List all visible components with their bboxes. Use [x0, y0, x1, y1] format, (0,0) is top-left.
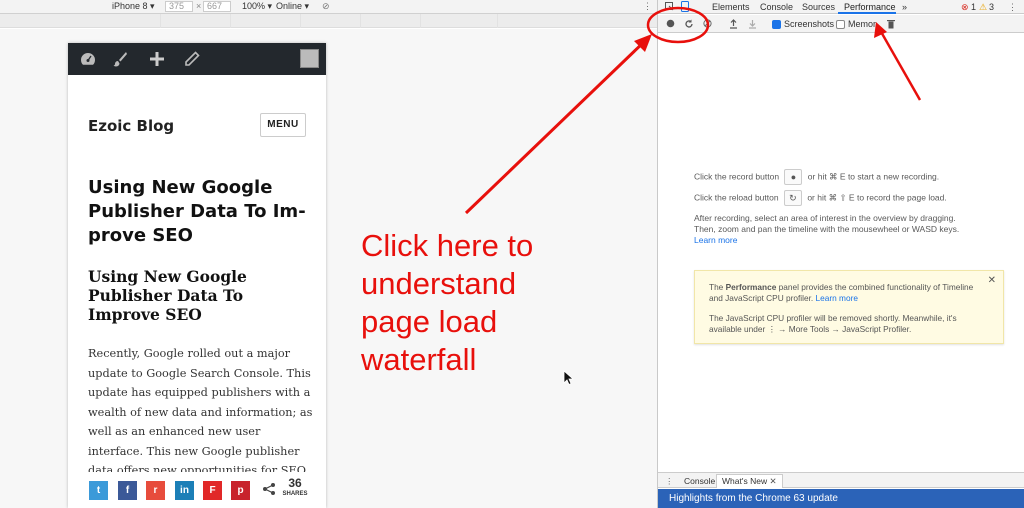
- reddit-share-button[interactable]: r: [146, 481, 165, 500]
- tab-sources[interactable]: Sources: [802, 2, 835, 12]
- load-profile-icon[interactable]: [729, 19, 738, 29]
- site-title[interactable]: Ezoic Blog: [88, 117, 174, 135]
- drawer-menu-icon[interactable]: ⋮: [665, 476, 674, 487]
- post-title[interactable]: Using New Google Publisher Data To Im-pr…: [88, 176, 314, 248]
- reload-instruction: Click the reload button ↻ or hit ⌘ ⇧ E t…: [694, 190, 947, 206]
- drawer-tab-bar: ⋮ Console What's New ✕: [658, 472, 1024, 488]
- save-profile-icon[interactable]: [748, 19, 757, 29]
- wp-admin-bar: [68, 43, 326, 75]
- screenshots-checkbox[interactable]: [772, 20, 781, 29]
- annotation-text: Click here to understand page load water…: [361, 228, 534, 377]
- close-icon[interactable]: ✕: [988, 275, 996, 286]
- dashboard-icon[interactable]: [80, 51, 96, 67]
- twitter-share-button[interactable]: t: [89, 481, 108, 500]
- zoom-select[interactable]: 100% ▾: [242, 1, 272, 12]
- tab-elements[interactable]: Elements: [712, 2, 750, 12]
- after-recording-line-2: Then, zoom and pan the timeline with the…: [694, 224, 960, 234]
- record-instruction: Click the record button ● or hit ⌘ E to …: [694, 169, 939, 185]
- add-new-plus-icon[interactable]: [149, 51, 165, 67]
- warning-count[interactable]: 3: [989, 2, 994, 12]
- memory-label: Memor: [848, 19, 877, 29]
- drawer-tab-console[interactable]: Console: [684, 476, 715, 486]
- device-name: iPhone 8: [112, 1, 148, 11]
- avatar[interactable]: [300, 49, 319, 68]
- zoom-value: 100%: [242, 1, 266, 11]
- facebook-share-button[interactable]: f: [118, 481, 137, 500]
- share-count-label: SHARES: [282, 491, 308, 497]
- menu-button[interactable]: MENU: [260, 113, 306, 137]
- network-value: Online: [276, 1, 303, 11]
- notice-paragraph-2: The JavaScript CPU profiler will be remo…: [709, 313, 957, 334]
- trash-icon[interactable]: [887, 19, 895, 29]
- notice-learn-more-link[interactable]: Learn more: [816, 293, 858, 303]
- reload-shortcut-text: or hit ⌘ ⇧ E to record the page load.: [807, 192, 947, 203]
- kebab-menu-icon[interactable]: ⋮: [643, 1, 652, 12]
- rotate-icon[interactable]: ⊘: [322, 1, 330, 12]
- drawer-tab-whats-new[interactable]: What's New ✕: [716, 474, 783, 488]
- device-toolbar: iPhone 8 ▾ 375 × 667 100% ▾ Online ▾ ⊘ ⋮: [0, 0, 657, 14]
- network-select[interactable]: Online ▾: [276, 1, 309, 12]
- customize-brush-icon[interactable]: [112, 51, 128, 67]
- error-count[interactable]: 1: [971, 2, 976, 12]
- reload-icon[interactable]: [684, 19, 694, 29]
- pinterest-share-button[interactable]: p: [231, 481, 250, 500]
- device-toggle-icon[interactable]: [681, 1, 689, 12]
- edit-pencil-icon[interactable]: [184, 51, 200, 67]
- devtools-panel: Elements Console Sources Performance » ⊗…: [657, 0, 1024, 508]
- memory-checkbox[interactable]: [836, 20, 845, 29]
- more-tabs-icon[interactable]: »: [902, 2, 907, 12]
- post-subtitle: Using New Google Publisher Data To Impro…: [88, 267, 247, 324]
- error-icon[interactable]: ⊗: [961, 2, 969, 13]
- record-shortcut-text: or hit ⌘ E to start a new recording.: [807, 171, 940, 182]
- flipboard-share-button[interactable]: F: [203, 481, 222, 500]
- clear-icon[interactable]: [703, 19, 712, 28]
- width-input[interactable]: 375: [165, 1, 193, 12]
- learn-more-link[interactable]: Learn more: [694, 235, 959, 246]
- tab-console[interactable]: Console: [760, 2, 793, 12]
- reload-instruction-text: Click the reload button: [694, 192, 779, 203]
- times-icon: ×: [196, 1, 202, 11]
- notice-paragraph-1: The Performance panel provides the combi…: [709, 282, 974, 303]
- record-icon[interactable]: [666, 19, 675, 28]
- after-recording-line-1: After recording, select an area of inter…: [694, 213, 956, 223]
- phone-screen: Ezoic Blog MENU Using New Google Publish…: [68, 43, 326, 508]
- inspect-element-icon[interactable]: [665, 2, 674, 11]
- share-count: 36: [288, 476, 302, 490]
- mouse-cursor-icon: [563, 370, 574, 385]
- record-instruction-text: Click the record button: [694, 171, 780, 182]
- screenshots-label: Screenshots: [784, 19, 835, 29]
- whats-new-highlights: Highlights from the Chrome 63 update: [658, 489, 1024, 508]
- inline-record-button[interactable]: ●: [784, 169, 803, 185]
- close-tab-icon[interactable]: ✕: [769, 476, 776, 486]
- warning-icon[interactable]: ⚠: [979, 2, 987, 13]
- inline-reload-button[interactable]: ↻: [783, 190, 802, 206]
- devtools-tab-bar: Elements Console Sources Performance » ⊗…: [658, 0, 1024, 14]
- media-query-ruler: [0, 14, 657, 28]
- share-bar: t f r in F p 36 SHARES: [68, 472, 326, 508]
- active-tab-indicator: [838, 12, 896, 14]
- device-select[interactable]: iPhone 8 ▾: [112, 1, 155, 12]
- performance-toolbar: Screenshots Memor: [658, 15, 1024, 33]
- tab-performance[interactable]: Performance: [844, 2, 896, 12]
- devtools-menu-icon[interactable]: ⋮: [1008, 2, 1017, 13]
- after-recording-text: After recording, select an area of inter…: [694, 213, 959, 246]
- profiler-notice: ✕ The Performance panel provides the com…: [694, 270, 1004, 344]
- linkedin-share-button[interactable]: in: [175, 481, 194, 500]
- whats-new-label: What's New: [722, 476, 768, 486]
- height-input[interactable]: 667: [203, 1, 231, 12]
- share-icon[interactable]: [262, 482, 276, 496]
